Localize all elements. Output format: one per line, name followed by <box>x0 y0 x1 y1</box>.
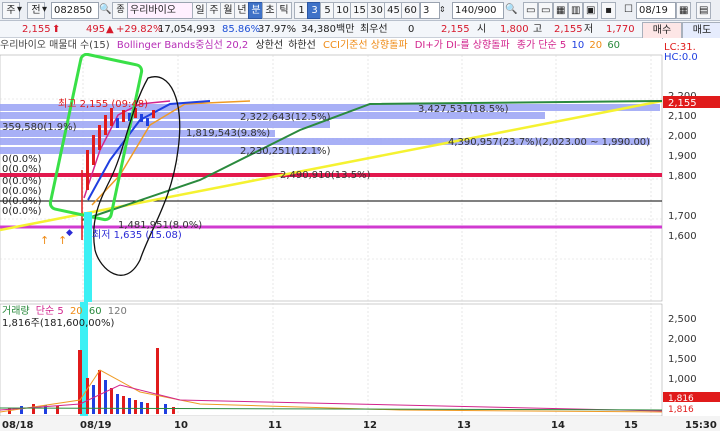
cur-price-box: 2,155 <box>441 24 470 35</box>
svg-text:12: 12 <box>363 420 377 431</box>
low-annotation: 최저 1,635 (15.08) <box>92 229 182 241</box>
quote-bar: 2,155 ⬆ 495 ▲ +29.82% 17,054,993 85.86% … <box>0 21 720 39</box>
svg-text:1,900: 1,900 <box>668 151 697 162</box>
svg-text:1,800: 1,800 <box>668 171 697 182</box>
volume-legend: 거래량 단순 5 20 60 120 1,816주(181,600,00%) <box>2 306 127 330</box>
volume-legend-label[interactable]: 거래량 <box>2 306 30 317</box>
bar-count-input[interactable]: 140/900 <box>452 2 504 19</box>
svg-text:15:30: 15:30 <box>685 420 717 431</box>
dmi-legend[interactable]: DI+가 DI-를 상향돌파 <box>415 40 510 51</box>
svg-text:08/19: 08/19 <box>80 420 112 431</box>
save-icon[interactable]: ▪ <box>601 2 616 19</box>
dropdown-arrow-icon[interactable]: ▾ <box>17 2 22 17</box>
chart-option-button[interactable]: ▭ <box>538 2 553 19</box>
open-label: 시 <box>477 24 487 35</box>
upper-band-legend[interactable]: 상한선 <box>255 40 283 51</box>
svg-text:2,000: 2,000 <box>668 334 697 345</box>
open-value: 1,800 <box>500 24 529 35</box>
stock-code-input[interactable]: 082850 <box>51 2 99 19</box>
legend-row: 우리바이오 매물대 수(15) Bollinger Bands중심선 20,2 … <box>0 38 662 53</box>
calendar-icon[interactable]: ▦ <box>676 2 691 19</box>
up-arrow-icon: ⬆ <box>52 24 61 35</box>
spin-arrows-icon[interactable]: ⇕ <box>439 2 446 17</box>
ma-legend[interactable]: 종가 단순 5 <box>517 40 567 51</box>
cyan-marker <box>84 212 92 302</box>
lower-band-legend[interactable]: 하한선 <box>288 40 316 51</box>
volume-tag-text: 1,816 <box>668 405 694 415</box>
pref-value: 0 <box>408 24 415 35</box>
hc-badge: HC:0.0 <box>664 52 698 63</box>
date-checkbox[interactable]: ☐ <box>624 2 633 17</box>
volume-ma20-legend[interactable]: 20 <box>70 306 83 317</box>
stock-name-field[interactable]: 우리바이오 <box>127 2 193 19</box>
chart-option-button[interactable]: ▦ <box>553 2 568 19</box>
price-tag-text: 2,155 <box>668 98 697 109</box>
volume-ma120-legend[interactable]: 120 <box>108 306 127 317</box>
search-icon[interactable]: 🔍 <box>505 2 517 17</box>
change-value: 495 <box>86 24 106 35</box>
svg-text:2,000: 2,000 <box>668 131 697 142</box>
signal-arrow-icon: ↑ <box>40 234 49 247</box>
pct-label: 0(0.0%) <box>2 164 42 175</box>
low-label: 저 <box>584 24 594 35</box>
change-rate: +29.82% <box>116 24 163 35</box>
search-icon[interactable]: 🔍 <box>99 2 111 17</box>
profile-label: 359,580(1.9%) <box>2 122 77 133</box>
up-triangle-icon: ▲ <box>106 24 114 35</box>
svg-text:1,700: 1,700 <box>668 211 697 222</box>
low-value: 1,770 <box>606 24 635 35</box>
current-price: 2,155 <box>22 24 51 35</box>
chart-area[interactable]: ↑ ↑ ◆ 최고 2,155 (09:48) 359,580(1.9%) 3,4… <box>0 38 720 431</box>
chart-option-button[interactable]: ▭ <box>523 2 538 19</box>
signal-marker-icon: ◆ <box>66 228 73 238</box>
high-annotation: 최고 2,155 (09:48) <box>58 98 148 110</box>
grid-icon[interactable]: ▤ <box>696 2 711 19</box>
volume-ma5-legend[interactable]: 단순 5 <box>36 306 64 317</box>
volume-value: 17,054,993 <box>158 24 216 35</box>
minute-60-button[interactable]: 60 <box>401 2 420 19</box>
date-input[interactable]: 08/19 <box>636 2 676 19</box>
buy-button[interactable]: 매수 <box>642 22 682 39</box>
cci-legend[interactable]: CCI기준선 상향돌파 <box>323 40 408 51</box>
ma20-legend[interactable]: 20 <box>589 40 602 51</box>
top-toolbar: 주 ▾ 전 ▾ 082850 🔍 종 우리바이오 일 주 월 년 분 초 틱 1… <box>0 0 720 21</box>
profile-label: 3,427,531(18.5%) <box>418 104 509 115</box>
profile-label: 1,819,543(9.8%) <box>186 128 270 139</box>
high-label: 고 <box>533 24 543 35</box>
pct-label: 0(0.0%) <box>2 206 42 217</box>
high-value: 2,155 <box>554 24 583 35</box>
dropdown-arrow-icon[interactable]: ▾ <box>42 2 47 17</box>
volume-ma60-legend[interactable]: 60 <box>89 306 102 317</box>
profile-label: 2,322,643(12.5%) <box>240 112 331 123</box>
ma60-legend[interactable]: 60 <box>607 40 620 51</box>
volume-tag-text: 1,816 <box>668 394 694 404</box>
svg-text:15: 15 <box>624 420 638 431</box>
sell-button[interactable]: 매도 <box>682 22 720 39</box>
chart-option-button[interactable]: ▣ <box>583 2 598 19</box>
tab-tick[interactable]: 틱 <box>276 2 292 19</box>
volume-profile-legend[interactable]: 우리바이오 매물대 수(15) <box>0 40 110 51</box>
svg-text:11: 11 <box>268 420 282 431</box>
svg-text:1,500: 1,500 <box>668 354 697 365</box>
bollinger-legend[interactable]: Bollinger Bands중심선 20,2 <box>117 40 248 51</box>
ratio-value: 37.97% <box>258 24 297 35</box>
svg-text:08/18: 08/18 <box>2 420 34 431</box>
svg-text:2,500: 2,500 <box>668 314 697 325</box>
interval-input[interactable]: 3 <box>420 2 440 19</box>
volume-note: 1,816주(181,600,00%) <box>2 318 115 329</box>
svg-text:1,000: 1,000 <box>668 374 697 385</box>
profile-label: 2,230,251(12.1%) <box>240 146 331 157</box>
profile-label: 4,390,957(23.7%)(2,023.00 ~ 1,990.00) <box>448 137 650 148</box>
svg-text:2,100: 2,100 <box>668 111 697 122</box>
svg-text:10: 10 <box>174 420 188 431</box>
chart-option-button[interactable]: ▥ <box>568 2 583 19</box>
svg-text:14: 14 <box>551 420 565 431</box>
ma10-legend[interactable]: 10 <box>571 40 584 51</box>
profile-label: 2,490,910(13.5%) <box>280 170 371 181</box>
svg-text:1,600: 1,600 <box>668 231 697 242</box>
svg-text:13: 13 <box>457 420 471 431</box>
pref-label: 최우선 <box>360 24 388 35</box>
turnover-rate: 85.86% <box>222 24 261 35</box>
trade-amount: 34,380백만 <box>301 24 355 35</box>
